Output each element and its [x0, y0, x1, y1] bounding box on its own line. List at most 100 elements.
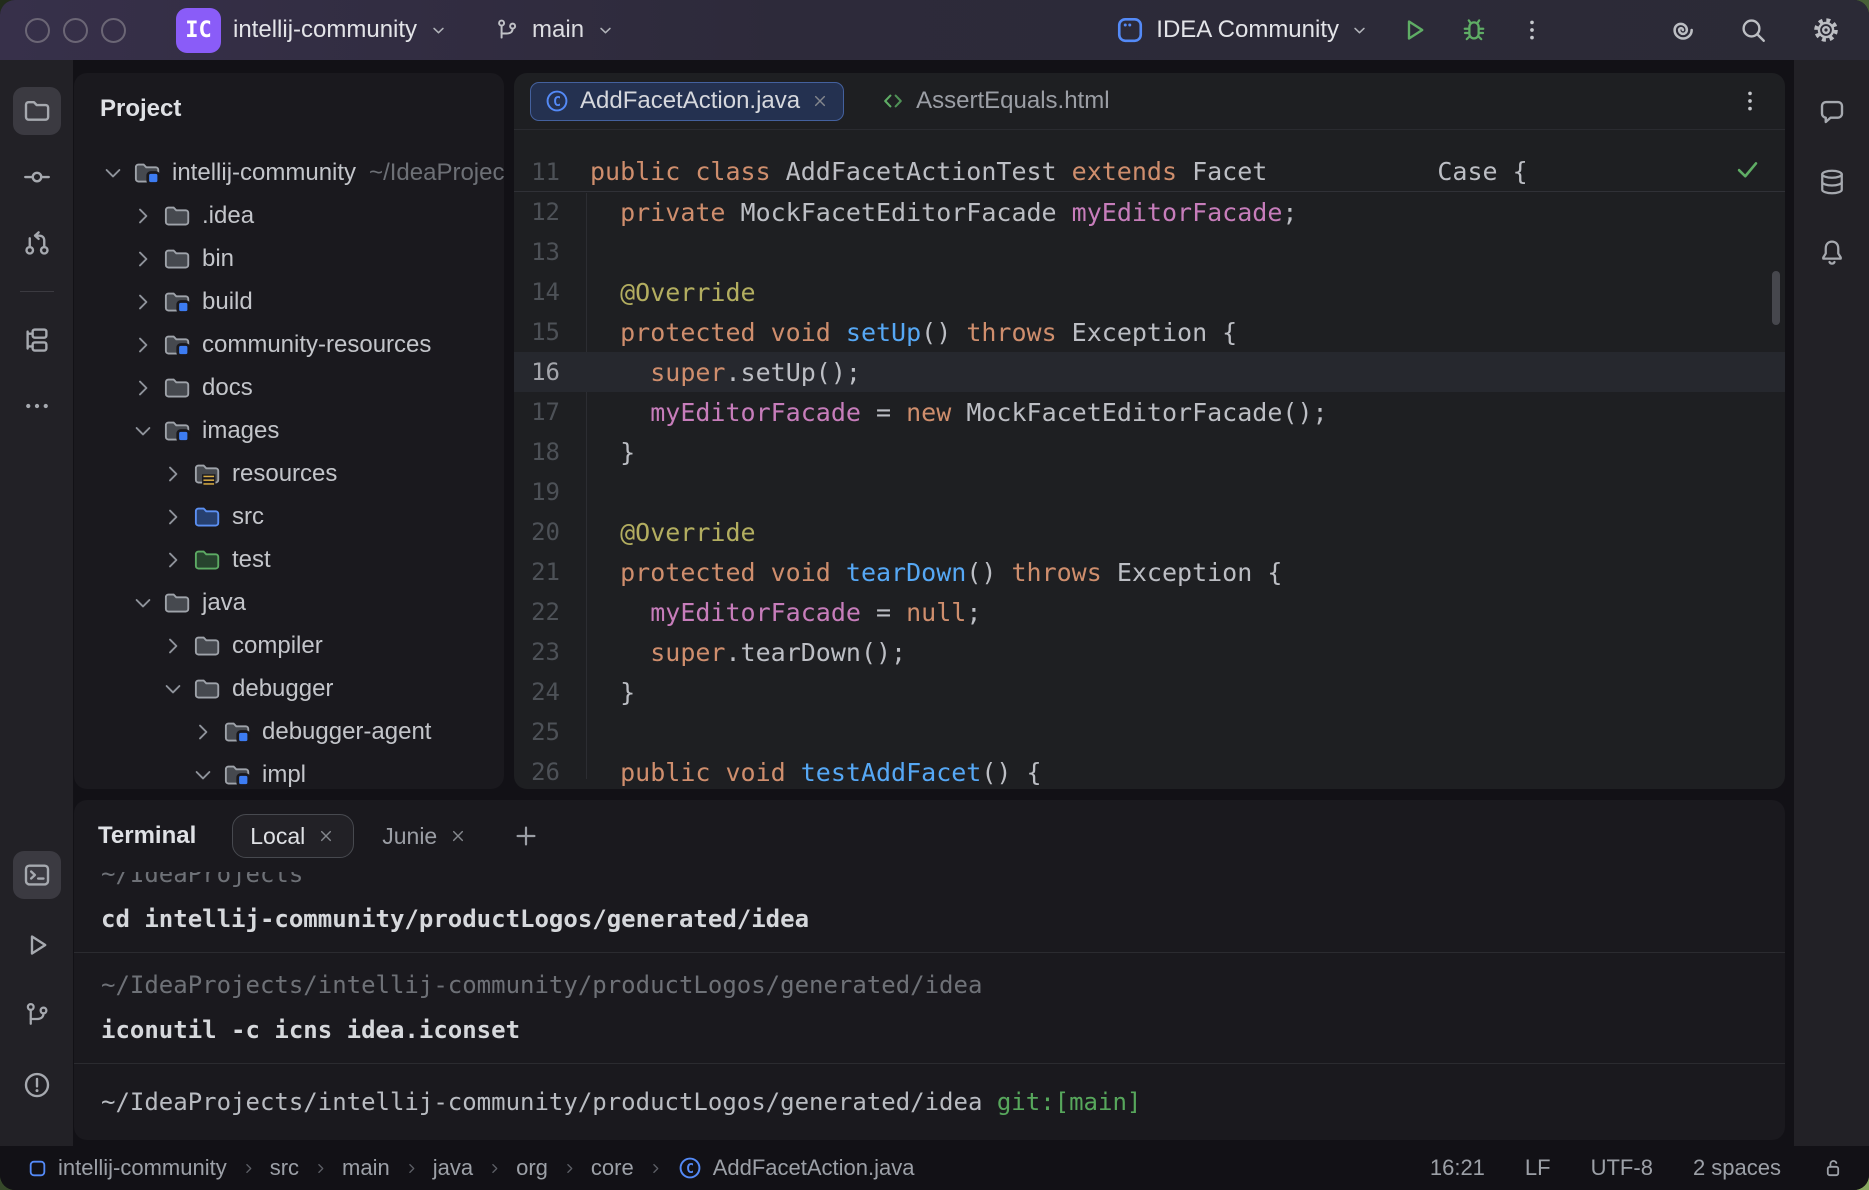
chevron-right-icon[interactable] [160, 547, 186, 573]
line-number[interactable]: 21 [514, 558, 560, 586]
tool-project-button[interactable] [13, 87, 61, 135]
code-line-21[interactable]: 21 protected void tearDown() throws Exce… [514, 552, 1785, 592]
run-button[interactable] [1397, 13, 1431, 47]
terminal-tab-Junie[interactable]: Junie [362, 823, 488, 850]
tree-item-community-resources[interactable]: community-resources [74, 323, 504, 366]
code-line-13[interactable]: 13 [514, 232, 1785, 272]
line-number[interactable]: 23 [514, 638, 560, 666]
tree-item-images[interactable]: images [74, 409, 504, 452]
chevron-right-icon[interactable] [160, 633, 186, 659]
branch-widget[interactable]: main [494, 16, 615, 44]
chevron-down-icon[interactable] [130, 418, 156, 444]
tree-item-debugger-agent[interactable]: debugger-agent [74, 710, 504, 753]
chevron-right-icon[interactable] [130, 289, 156, 315]
search-everywhere-button[interactable] [1735, 12, 1771, 48]
tree-item-intellij-community[interactable]: intellij-community~/IdeaProjec [74, 151, 504, 194]
new-terminal-tab-button[interactable] [512, 822, 540, 850]
tree-item-bin[interactable]: bin [74, 237, 504, 280]
tree-item-docs[interactable]: docs [74, 366, 504, 409]
tool-pull-requests-button[interactable] [13, 219, 61, 267]
status-widget-16-21[interactable]: 16:21 [1430, 1155, 1485, 1181]
tool-structure-button[interactable] [13, 316, 61, 364]
tree-item-test[interactable]: test [74, 538, 504, 581]
status-widget-utf-8[interactable]: UTF-8 [1591, 1155, 1653, 1181]
code-line-25[interactable]: 25 [514, 712, 1785, 752]
code-line-24[interactable]: 24 } [514, 672, 1785, 712]
code-line-14[interactable]: 14 @Override [514, 272, 1785, 312]
tree-item-debugger[interactable]: debugger [74, 667, 504, 710]
breadcrumb-AddFacetAction.java[interactable]: CAddFacetAction.java [677, 1155, 915, 1181]
tool-database-button[interactable] [1809, 160, 1855, 204]
chevron-right-icon[interactable] [190, 719, 216, 745]
line-number[interactable]: 25 [514, 718, 560, 746]
close-tab-icon[interactable] [810, 91, 830, 111]
editor-options-icon[interactable] [1737, 88, 1763, 114]
tool-commit-button[interactable] [13, 153, 61, 201]
ai-assistant-button[interactable] [1663, 12, 1699, 48]
tool-terminal-button[interactable] [13, 851, 61, 899]
more-run-options-button[interactable] [1517, 13, 1547, 47]
code-editor[interactable]: 11public class AddFacetActionTest extend… [514, 130, 1785, 789]
chevron-right-icon[interactable] [130, 375, 156, 401]
tool-notifications-button[interactable] [1809, 230, 1855, 274]
line-number[interactable]: 26 [514, 758, 560, 786]
code-line-22[interactable]: 22 myEditorFacade = null; [514, 592, 1785, 632]
inspections-ok-icon[interactable] [1734, 156, 1761, 183]
tree-item-java[interactable]: java [74, 581, 504, 624]
close-tab-icon[interactable] [448, 826, 468, 846]
breadcrumb-core[interactable]: core [591, 1155, 634, 1181]
tree-item-build[interactable]: build [74, 280, 504, 323]
chevron-down-icon[interactable] [100, 160, 126, 186]
editor-scrollbar[interactable] [1772, 271, 1780, 325]
line-number[interactable]: 24 [514, 678, 560, 706]
code-line-20[interactable]: 20 @Override [514, 512, 1785, 552]
run-configuration-widget[interactable]: IDEA Community [1115, 15, 1369, 45]
tool-git-button[interactable] [13, 991, 61, 1039]
status-widget-lf[interactable]: LF [1525, 1155, 1551, 1181]
debug-button[interactable] [1457, 13, 1491, 47]
code-line-11[interactable]: 11public class AddFacetActionTest extend… [514, 152, 1785, 192]
line-number[interactable]: 13 [514, 238, 560, 266]
minimize-window-icon[interactable] [63, 18, 88, 43]
tool-more-button[interactable] [13, 382, 61, 430]
code-line-12[interactable]: 12 private MockFacetEditorFacade myEdito… [514, 192, 1785, 232]
line-number[interactable]: 15 [514, 318, 560, 346]
code-line-19[interactable]: 19 [514, 472, 1785, 512]
tree-item-.idea[interactable]: .idea [74, 194, 504, 237]
chevron-right-icon[interactable] [160, 461, 186, 487]
tree-item-compiler[interactable]: compiler [74, 624, 504, 667]
editor-tab-AddFacetAction.java[interactable]: CAddFacetAction.java [530, 82, 844, 121]
tool-run-button[interactable] [13, 921, 61, 969]
project-widget[interactable]: IC intellij-community [176, 8, 448, 53]
tool-ai-assistant-button[interactable] [1809, 90, 1855, 134]
terminal-output[interactable]: ~/IdeaProjectscd intellij-community/prod… [74, 860, 1785, 1119]
code-line-15[interactable]: 15 protected void setUp() throws Excepti… [514, 312, 1785, 352]
chevron-down-icon[interactable] [160, 676, 186, 702]
chevron-right-icon[interactable] [130, 203, 156, 229]
breadcrumb-main[interactable]: main [342, 1155, 390, 1181]
line-number[interactable]: 14 [514, 278, 560, 306]
lock-open-icon[interactable] [1821, 1156, 1845, 1180]
line-number[interactable]: 19 [514, 478, 560, 506]
code-line-16[interactable]: 16 super.setUp(); [514, 352, 1785, 392]
breadcrumb-java[interactable]: java [433, 1155, 473, 1181]
close-tab-icon[interactable] [316, 826, 336, 846]
tree-item-impl[interactable]: impl [74, 753, 504, 789]
chevron-right-icon[interactable] [130, 246, 156, 272]
line-number[interactable]: 16 [514, 358, 560, 386]
tree-item-resources[interactable]: resources [74, 452, 504, 495]
code-line-17[interactable]: 17 myEditorFacade = new MockFacetEditorF… [514, 392, 1785, 432]
code-line-18[interactable]: 18 } [514, 432, 1785, 472]
line-number[interactable]: 11 [514, 158, 560, 186]
status-widget-2-spaces[interactable]: 2 spaces [1693, 1155, 1781, 1181]
breadcrumb-org[interactable]: org [516, 1155, 548, 1181]
breadcrumb-intellij-community[interactable]: intellij-community [27, 1155, 227, 1181]
line-number[interactable]: 18 [514, 438, 560, 466]
chevron-right-icon[interactable] [160, 504, 186, 530]
terminal-tab-Local[interactable]: Local [232, 814, 354, 858]
settings-button[interactable] [1807, 11, 1845, 49]
tool-problems-button[interactable] [13, 1061, 61, 1109]
tree-item-src[interactable]: src [74, 495, 504, 538]
code-line-23[interactable]: 23 super.tearDown(); [514, 632, 1785, 672]
editor-tab-AssertEquals.html[interactable]: AssertEquals.html [880, 87, 1109, 115]
